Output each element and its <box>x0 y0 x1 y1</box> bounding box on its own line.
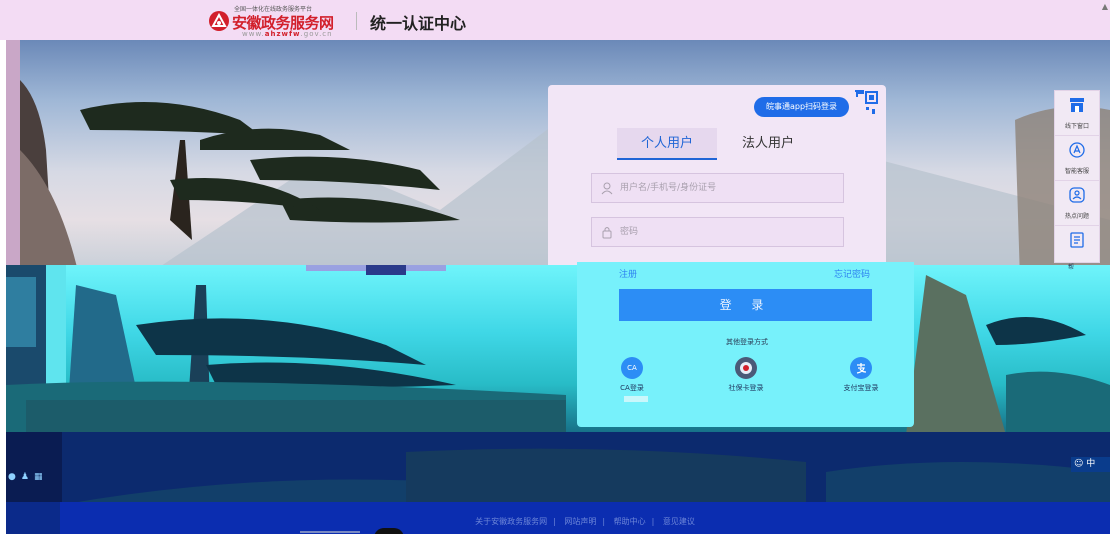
footer-link-statement[interactable]: 网站声明 <box>564 517 596 526</box>
other-login-methods-title: 其他登录方式 <box>726 338 768 346</box>
footer-link-help[interactable]: 帮助中心 <box>614 517 646 526</box>
alipay-login-option[interactable]: 支付宝登录 <box>826 357 896 393</box>
footer-link-about[interactable]: 关于安徽政务服务网 <box>475 517 547 526</box>
qr-code-icon[interactable] <box>853 89 881 117</box>
person-mini-icon[interactable]: ♟ <box>21 472 29 482</box>
password-input[interactable] <box>620 218 840 246</box>
social-security-card-icon <box>735 357 757 379</box>
ca-login-option[interactable]: CA CA登录 <box>597 357 667 393</box>
ca-login-label: CA登录 <box>620 384 644 392</box>
side-item-label: 热点问题 <box>1064 213 1089 220</box>
hero-lower-image <box>6 265 1110 435</box>
side-item-survey[interactable] <box>1055 226 1099 262</box>
register-link[interactable]: 注册 <box>619 267 637 280</box>
question-icon <box>1069 187 1085 203</box>
side-item-hot-questions[interactable]: 热点问题 <box>1055 181 1099 226</box>
social-card-login-option[interactable]: 社保卡登录 <box>711 357 781 393</box>
language-switch-button[interactable]: ☺ 中 <box>1071 457 1110 472</box>
username-field[interactable] <box>591 173 844 203</box>
robot-icon <box>1069 142 1085 158</box>
user-mini-icon[interactable]: ● <box>8 472 16 482</box>
login-button[interactable]: 登 录 <box>619 289 872 321</box>
alipay-login-label: 支付宝登录 <box>843 384 879 392</box>
forgot-password-link[interactable]: 忘记密码 <box>834 267 870 280</box>
logo-mark-icon <box>209 11 229 31</box>
scrollbar-up-icon[interactable]: ▲ <box>1102 2 1108 11</box>
store-icon <box>1070 98 1084 112</box>
side-item-label: 智能客服 <box>1064 168 1089 175</box>
footer-floating-element <box>374 528 404 534</box>
top-header: 全国一体化在线政务服务平台 安徽政务服务网 www.ahzwfw.gov.cn … <box>0 0 1110 40</box>
page-title: 统一认证中心 <box>370 14 467 33</box>
footer-divider <box>300 531 360 533</box>
lock-icon <box>602 227 612 239</box>
tab-legal-user[interactable]: 法人用户 <box>718 128 818 160</box>
password-field[interactable] <box>591 217 844 247</box>
survey-icon <box>1070 232 1084 248</box>
footer-link-feedback[interactable]: 意见建议 <box>663 517 695 526</box>
right-side-toolbar: 线下窗口 智能客服 热点问题 <box>1054 90 1100 263</box>
alipay-icon <box>850 357 872 379</box>
side-item-label: 线下窗口 <box>1064 123 1089 130</box>
user-icon <box>601 182 613 195</box>
footer-left-block <box>6 502 60 534</box>
page-footer: 关于安徽政务服务网 | 网站声明 | 帮助中心 | 意见建议 <box>60 502 1110 534</box>
qr-login-button[interactable]: 皖事通app扫码登录 <box>754 97 850 117</box>
hero-left-edge <box>6 40 20 280</box>
left-mini-toolbar: ● ♟ ▦ <box>8 472 42 482</box>
username-input[interactable] <box>620 174 840 202</box>
logo-url: www.ahzwfw.gov.cn <box>242 30 333 38</box>
grid-mini-icon[interactable]: ▦ <box>34 472 43 482</box>
footer-links: 关于安徽政务服务网 | 网站声明 | 帮助中心 | 意见建议 <box>475 517 695 526</box>
social-card-login-label: 社保卡登录 <box>728 384 764 392</box>
ca-icon: CA <box>621 357 643 379</box>
header-divider <box>356 12 357 30</box>
site-logo[interactable]: 全国一体化在线政务服务平台 安徽政务服务网 www.ahzwfw.gov.cn <box>208 4 358 38</box>
side-item-smart-service[interactable]: 智能客服 <box>1055 136 1099 181</box>
hero-dark-band <box>6 432 1110 504</box>
tab-personal-user[interactable]: 个人用户 <box>617 128 717 160</box>
side-item-offline-window[interactable]: 线下窗口 <box>1055 91 1099 136</box>
side-toolbar-fragment: 帮 <box>1068 264 1075 271</box>
ca-sub-label <box>624 396 648 402</box>
